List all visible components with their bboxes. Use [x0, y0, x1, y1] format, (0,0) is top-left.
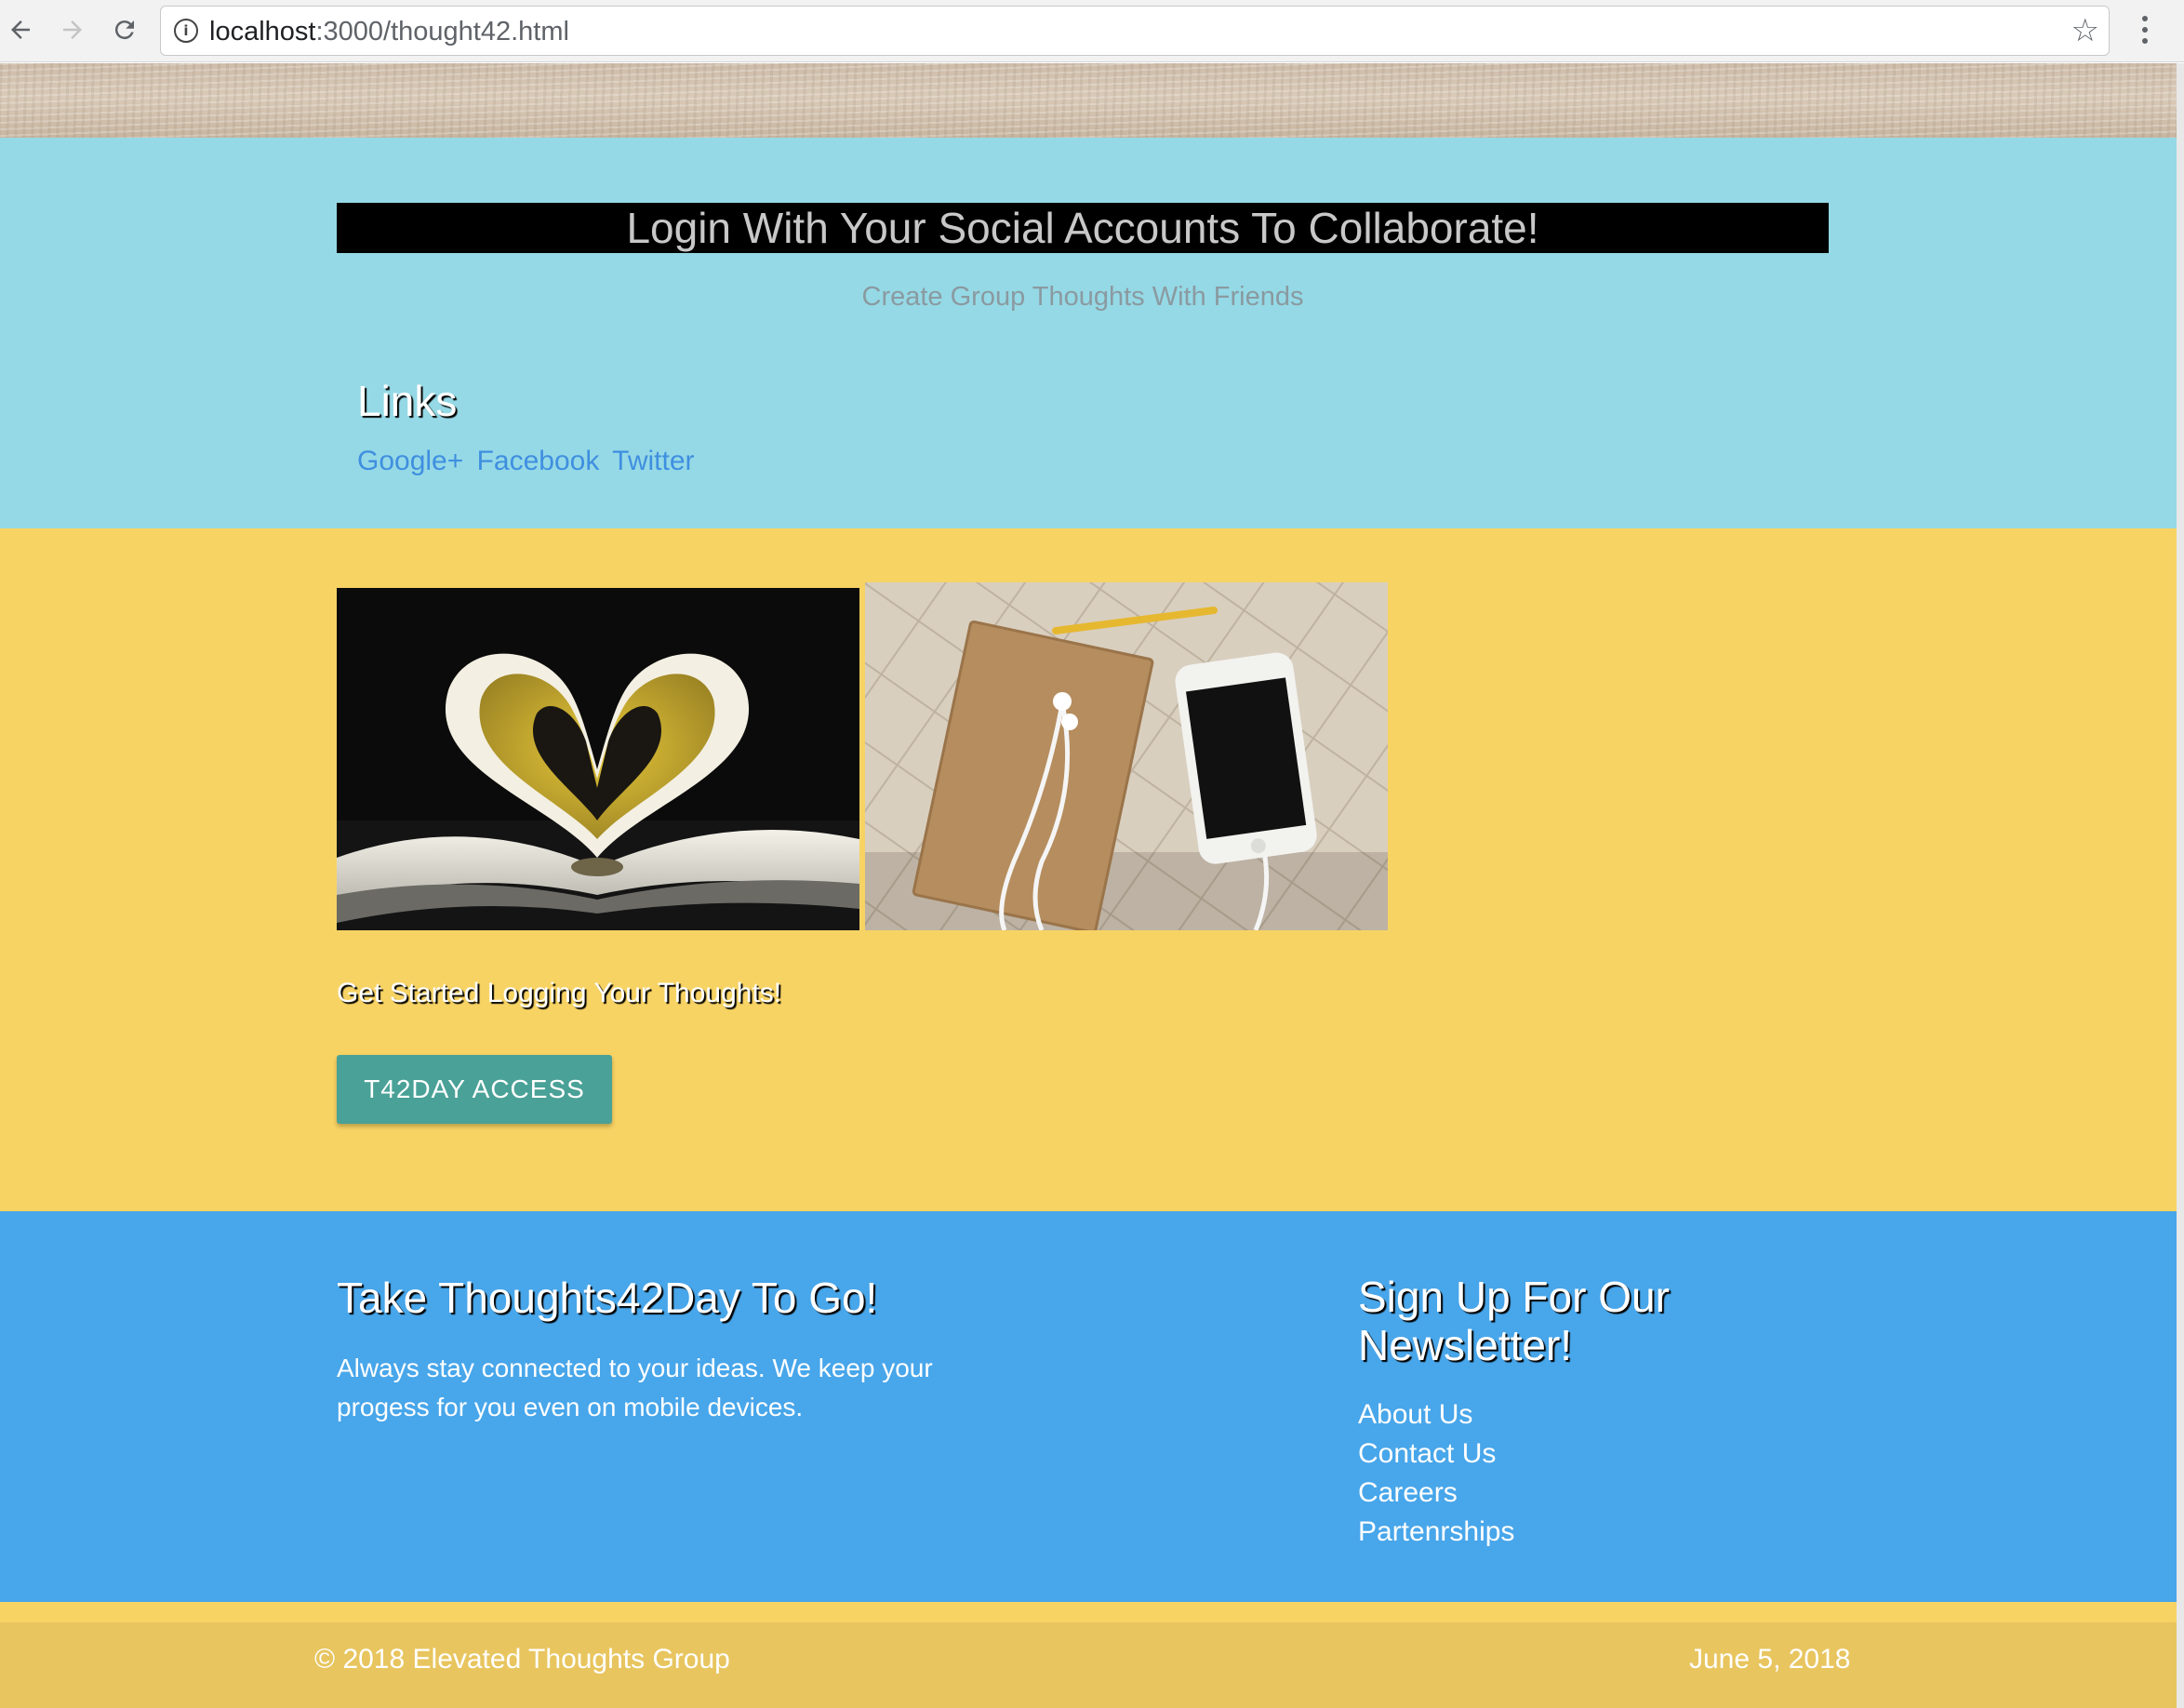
content-section: Get Started Logging Your Thoughts! T42DA… — [0, 528, 2177, 1211]
about-us-link[interactable]: About Us — [1358, 1399, 1472, 1430]
footer-links-list: About Us Contact Us Careers Partenrships — [1358, 1395, 1514, 1552]
twitter-link[interactable]: Twitter — [612, 446, 694, 476]
get-started-text: Get Started Logging Your Thoughts! — [337, 978, 782, 1008]
footer-link-item: About Us — [1358, 1395, 1514, 1434]
browser-toolbar: i localhost:3000/thought42.html ☆ — [0, 0, 2184, 62]
links-heading: Links — [357, 377, 458, 425]
notebook-phone-photo — [865, 582, 1388, 930]
social-links: Google+ Facebook Twitter — [357, 445, 700, 478]
browser-menu-icon[interactable] — [2136, 9, 2154, 50]
partnerships-link[interactable]: Partenrships — [1358, 1516, 1514, 1547]
footer-date: June 5, 2018 — [1689, 1644, 1851, 1675]
url-host: localhost — [209, 17, 316, 47]
forward-arrow-icon[interactable] — [54, 11, 91, 48]
careers-link[interactable]: Careers — [1358, 1477, 1458, 1508]
footer-section: Take Thoughts42Day To Go! Always stay co… — [0, 1211, 2177, 1602]
copyright-text: © 2018 Elevated Thoughts Group — [314, 1644, 730, 1675]
copyright-bar: © 2018 Elevated Thoughts Group June 5, 2… — [0, 1602, 2177, 1708]
footer-link-item: Careers — [1358, 1474, 1514, 1513]
copyright-bar-inner: © 2018 Elevated Thoughts Group June 5, 2… — [0, 1622, 2177, 1708]
contact-us-link[interactable]: Contact Us — [1358, 1438, 1496, 1469]
page-scrollbar[interactable] — [2177, 63, 2184, 1708]
url-text[interactable]: localhost:3000/thought42.html — [209, 17, 569, 47]
mobile-description: Always stay connected to your ideas. We … — [337, 1354, 933, 1421]
footer-link-item: Contact Us — [1358, 1434, 1514, 1474]
hero-subtitle: Create Group Thoughts With Friends — [861, 282, 1304, 312]
url-path: :3000/thought42.html — [315, 17, 569, 47]
hero-title: Login With Your Social Accounts To Colla… — [337, 203, 1829, 253]
address-bar[interactable]: i localhost:3000/thought42.html ☆ — [160, 6, 2110, 56]
back-arrow-icon[interactable] — [2, 11, 39, 48]
web-page: Login With Your Social Accounts To Colla… — [0, 63, 2177, 1708]
mobile-heading: Take Thoughts42Day To Go! — [337, 1274, 878, 1322]
book-heart-photo — [337, 588, 859, 930]
footer-link-item: Partenrships — [1358, 1513, 1514, 1552]
hero-section: Login With Your Social Accounts To Colla… — [0, 138, 2177, 528]
google-plus-link[interactable]: Google+ — [357, 446, 463, 476]
wood-texture-banner — [0, 63, 2177, 138]
newsletter-heading: Sign Up For Our Newsletter! — [1358, 1273, 1670, 1369]
bookmark-star-icon[interactable]: ☆ — [2071, 14, 2099, 47]
t42day-access-button[interactable]: T42DAY ACCESS — [337, 1055, 612, 1124]
facebook-link[interactable]: Facebook — [477, 446, 600, 476]
reload-icon[interactable] — [106, 11, 143, 48]
info-icon[interactable]: i — [174, 19, 198, 43]
